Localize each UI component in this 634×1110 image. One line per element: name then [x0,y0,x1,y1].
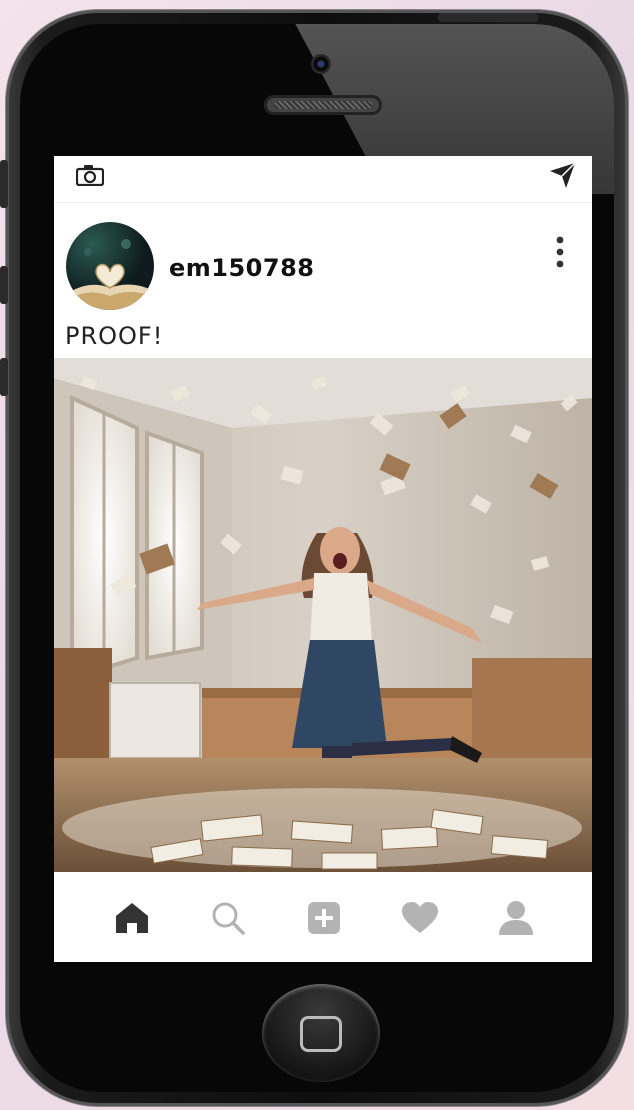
paper-plane-icon[interactable] [548,160,578,190]
heart-icon [402,902,438,933]
volume-down-button [0,358,8,396]
search-icon [212,902,245,935]
home-icon [116,903,148,933]
bottom-navbar [54,872,592,962]
home-button[interactable] [262,984,380,1082]
vertical-dots-icon[interactable] [552,234,568,274]
avatar-book-heart-image [70,239,152,310]
mute-switch [0,160,8,208]
app-topbar [54,156,592,203]
nav-profile[interactable] [492,894,540,942]
nav-activity[interactable] [396,894,444,942]
camera-icon[interactable] [76,164,104,186]
home-button-square-icon [300,1016,342,1052]
nav-add-post[interactable] [300,894,348,942]
volume-up-button [0,266,8,304]
post-photo[interactable] [54,358,592,872]
front-camera [311,54,331,74]
profile-icon [499,901,533,935]
power-button [438,13,538,22]
app-screen: em150788 PROOF! [54,156,592,962]
nav-search[interactable] [204,894,252,942]
add-post-icon [308,902,340,934]
avatar[interactable] [66,222,154,310]
post-photo-illustration [54,358,592,872]
post-username[interactable]: em150788 [169,254,314,282]
earpiece-speaker [264,95,382,115]
post-caption: PROOF! [65,322,164,350]
nav-home[interactable] [108,894,156,942]
